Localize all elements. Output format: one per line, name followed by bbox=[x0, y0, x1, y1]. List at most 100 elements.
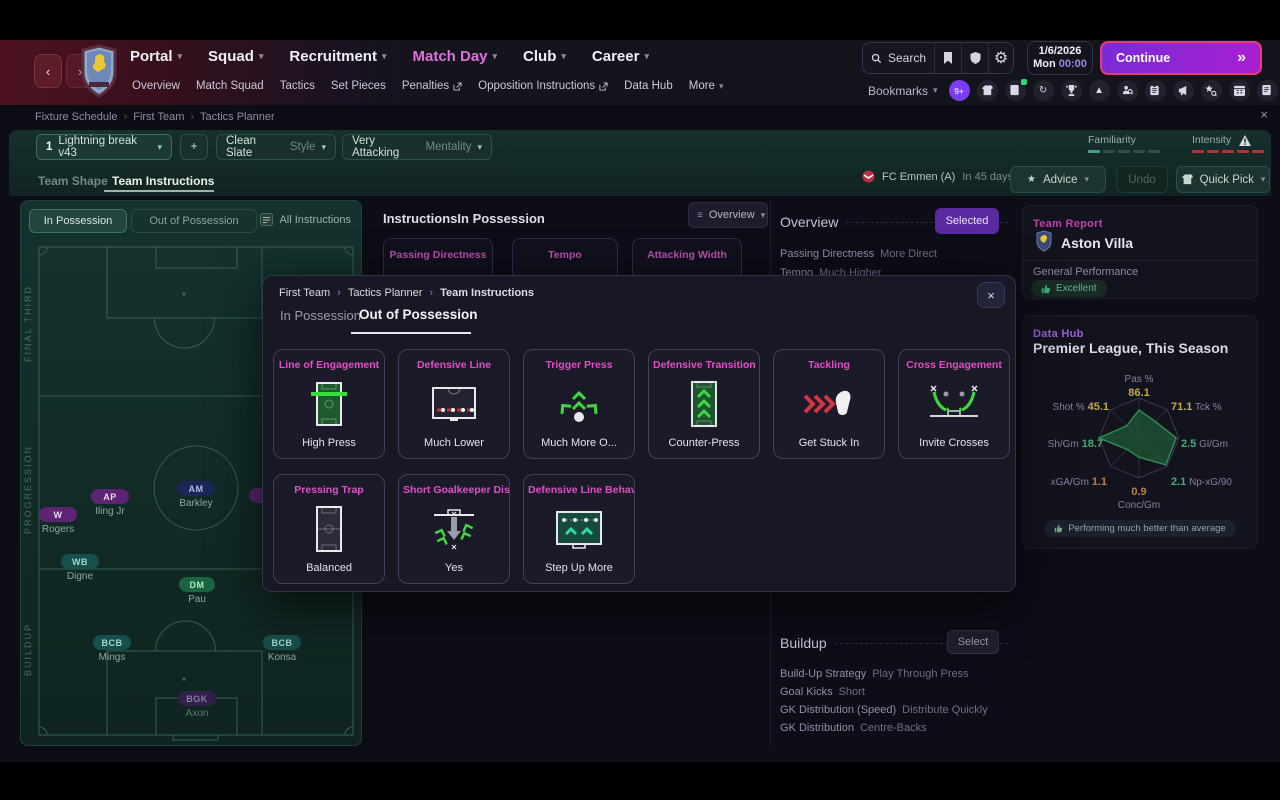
subnav-match-squad[interactable]: Match Squad bbox=[196, 80, 264, 92]
title-bar: ‹ › Portal▾ Squad▾ Recruitment▾ Match Da… bbox=[0, 40, 1280, 105]
settings-gear-icon[interactable]: ⚙ bbox=[989, 43, 1013, 73]
double-arrow-icon: » bbox=[1237, 49, 1246, 67]
team-name[interactable]: Aston Villa bbox=[1061, 235, 1133, 251]
close-icon[interactable]: × bbox=[1260, 107, 1268, 122]
chat-notifications-icon[interactable]: 9+ bbox=[949, 80, 970, 101]
player-barkley[interactable]: AMBarkley bbox=[177, 481, 215, 509]
trigger-press-icon bbox=[524, 376, 634, 432]
chevron-down-icon: ▾ bbox=[493, 51, 498, 62]
tab-team-instructions[interactable]: Team Instructions bbox=[112, 174, 214, 188]
back-button[interactable]: ‹ bbox=[34, 54, 62, 88]
advice-dropdown[interactable]: ★Advice▾ bbox=[1010, 166, 1106, 193]
scouting-icon[interactable] bbox=[1117, 80, 1138, 101]
card-defensive-transition[interactable]: Defensive Transition Counter-Press bbox=[648, 349, 760, 459]
undo-button[interactable]: Undo bbox=[1116, 166, 1168, 193]
subnav-opposition-instructions[interactable]: Opposition Instructions bbox=[478, 80, 608, 92]
announcement-icon[interactable] bbox=[1173, 80, 1194, 101]
continue-button[interactable]: Continue » bbox=[1100, 41, 1262, 75]
view-dropdown[interactable]: ≡ Overview▾ bbox=[688, 202, 768, 228]
nav-career[interactable]: Career▾ bbox=[592, 48, 649, 65]
pitch-in-possession-button[interactable]: In Possession bbox=[29, 209, 127, 233]
calendar-icon[interactable] bbox=[1229, 80, 1250, 101]
breadcrumb-fixture-schedule[interactable]: Fixture Schedule bbox=[35, 111, 118, 123]
overview-selected-button[interactable]: Selected bbox=[935, 208, 999, 234]
main-nav: Portal▾ Squad▾ Recruitment▾ Match Day▾ C… bbox=[130, 48, 649, 65]
radar-axis-gl: 2.5 Gl/Gm bbox=[1181, 438, 1228, 450]
card-trigger-press[interactable]: Trigger Press Much More O... bbox=[523, 349, 635, 459]
warning-icon bbox=[1239, 135, 1251, 146]
subnav-more[interactable]: More▾ bbox=[689, 80, 724, 92]
card-cross-engagement[interactable]: Cross Engagement Invite Crosses bbox=[898, 349, 1010, 459]
modal-breadcrumb: First Team› Tactics Planner› Team Instru… bbox=[279, 287, 534, 299]
pressing-trap-icon bbox=[274, 501, 384, 557]
training-cone-icon[interactable]: ▲ bbox=[1089, 80, 1110, 101]
data-hub-subtitle: Premier League, This Season bbox=[1033, 340, 1228, 356]
nav-squad[interactable]: Squad▾ bbox=[208, 48, 263, 65]
shirt-icon bbox=[1181, 174, 1193, 185]
line-of-engagement-icon bbox=[274, 376, 384, 432]
thumbs-up-icon bbox=[1041, 284, 1051, 294]
bookmark-icon[interactable] bbox=[935, 43, 962, 73]
card-defensive-line[interactable]: Defensive Line Much Lower bbox=[398, 349, 510, 459]
nav-recruitment[interactable]: Recruitment▾ bbox=[289, 48, 386, 65]
buildup-row-strategy: Build-Up StrategyPlay Through Press bbox=[780, 668, 969, 680]
nav-club[interactable]: Club▾ bbox=[523, 48, 566, 65]
modal-tab-underline bbox=[351, 332, 471, 334]
modal-close-button[interactable]: × bbox=[977, 282, 1005, 308]
add-tactic-button[interactable]: + bbox=[180, 134, 208, 160]
radar-axis-pas: Pas % bbox=[1023, 374, 1255, 385]
trophy-icon[interactable] bbox=[1061, 80, 1082, 101]
tactic-toolbar: 1Lightning break v43▾ + Clean SlateStyle… bbox=[9, 130, 1271, 196]
scout-search-icon[interactable] bbox=[1201, 80, 1222, 101]
player-mings[interactable]: BCBMings bbox=[93, 635, 131, 663]
style-dropdown[interactable]: Clean SlateStyle▾ bbox=[216, 134, 336, 160]
shirt-icon[interactable] bbox=[977, 80, 998, 101]
notes-icon[interactable] bbox=[1257, 80, 1278, 101]
next-match[interactable]: FC Emmen (A) In 45 days bbox=[862, 170, 1013, 183]
subnav-penalties[interactable]: Penalties bbox=[402, 80, 462, 92]
sync-icon[interactable]: ↻ bbox=[1033, 80, 1054, 101]
search-button[interactable]: Search bbox=[863, 43, 935, 73]
all-instructions-toggle[interactable]: All Instructions bbox=[260, 213, 351, 226]
modal-tab-in-possession[interactable]: In Possession bbox=[280, 308, 361, 323]
subnav-tactics[interactable]: Tactics bbox=[280, 80, 315, 92]
nav-portal[interactable]: Portal▾ bbox=[130, 48, 182, 65]
card-tackling[interactable]: Tackling Get Stuck In bbox=[773, 349, 885, 459]
tab-team-shape[interactable]: Team Shape bbox=[38, 174, 108, 188]
subnav-data-hub[interactable]: Data Hub bbox=[624, 80, 673, 92]
player-konsa[interactable]: BCBKonsa bbox=[263, 635, 301, 663]
club-badge-icon[interactable] bbox=[962, 43, 989, 73]
card-defensive-line-behaviour[interactable]: Defensive Line Behavio Step Up More bbox=[523, 474, 635, 584]
time-value: 00:00 bbox=[1059, 58, 1087, 70]
report-card-icon[interactable] bbox=[1005, 80, 1026, 101]
breadcrumb-first-team[interactable]: First Team bbox=[133, 111, 184, 123]
modal-breadcrumb-first-team[interactable]: First Team bbox=[279, 287, 330, 299]
quick-pick-dropdown[interactable]: Quick Pick▾ bbox=[1176, 166, 1270, 193]
subnav-set-pieces[interactable]: Set Pieces bbox=[331, 80, 386, 92]
bookmarks-dropdown[interactable]: Bookmarks▾ bbox=[868, 84, 938, 98]
tactic-slot-dropdown[interactable]: 1Lightning break v43▾ bbox=[36, 134, 172, 160]
player-digne[interactable]: WBDigne bbox=[61, 554, 99, 582]
date-value: 1/6/2026 bbox=[1028, 45, 1092, 58]
card-line-of-engagement[interactable]: Line of Engagement High Press bbox=[273, 349, 385, 459]
intensity-meter: Intensity bbox=[1192, 134, 1270, 153]
modal-tab-out-of-possession[interactable]: Out of Possession bbox=[359, 307, 478, 322]
opponent-crest-icon bbox=[862, 170, 875, 183]
player-axon[interactable]: BGKAxon bbox=[178, 691, 216, 719]
player-rogers[interactable]: WRogers bbox=[39, 507, 77, 535]
game-date[interactable]: 1/6/2026 Mon 00:00 bbox=[1027, 41, 1093, 75]
subnav-overview[interactable]: Overview bbox=[132, 80, 180, 92]
mentality-dropdown[interactable]: Very AttackingMentality▾ bbox=[342, 134, 492, 160]
modal-breadcrumb-tactics-planner[interactable]: Tactics Planner bbox=[348, 287, 423, 299]
buildup-select-button[interactable]: Select bbox=[947, 630, 999, 654]
card-pressing-trap[interactable]: Pressing Trap Balanced bbox=[273, 474, 385, 584]
breadcrumb-tactics-planner[interactable]: Tactics Planner bbox=[200, 111, 275, 123]
breadcrumb: Fixture Schedule› First Team› Tactics Pl… bbox=[35, 111, 275, 123]
player-pau[interactable]: DMPau bbox=[179, 577, 215, 605]
card-short-goalkeeper-distribution[interactable]: Short Goalkeeper Distr Yes bbox=[398, 474, 510, 584]
clipboard-icon[interactable] bbox=[1145, 80, 1166, 101]
player-iling-jr[interactable]: APIling Jr bbox=[91, 489, 129, 517]
nav-match-day[interactable]: Match Day▾ bbox=[412, 48, 497, 65]
buildup-row-gk-target: GK DistributionCentre-Backs bbox=[780, 722, 927, 734]
pitch-out-of-possession-button[interactable]: Out of Possession bbox=[131, 209, 257, 233]
